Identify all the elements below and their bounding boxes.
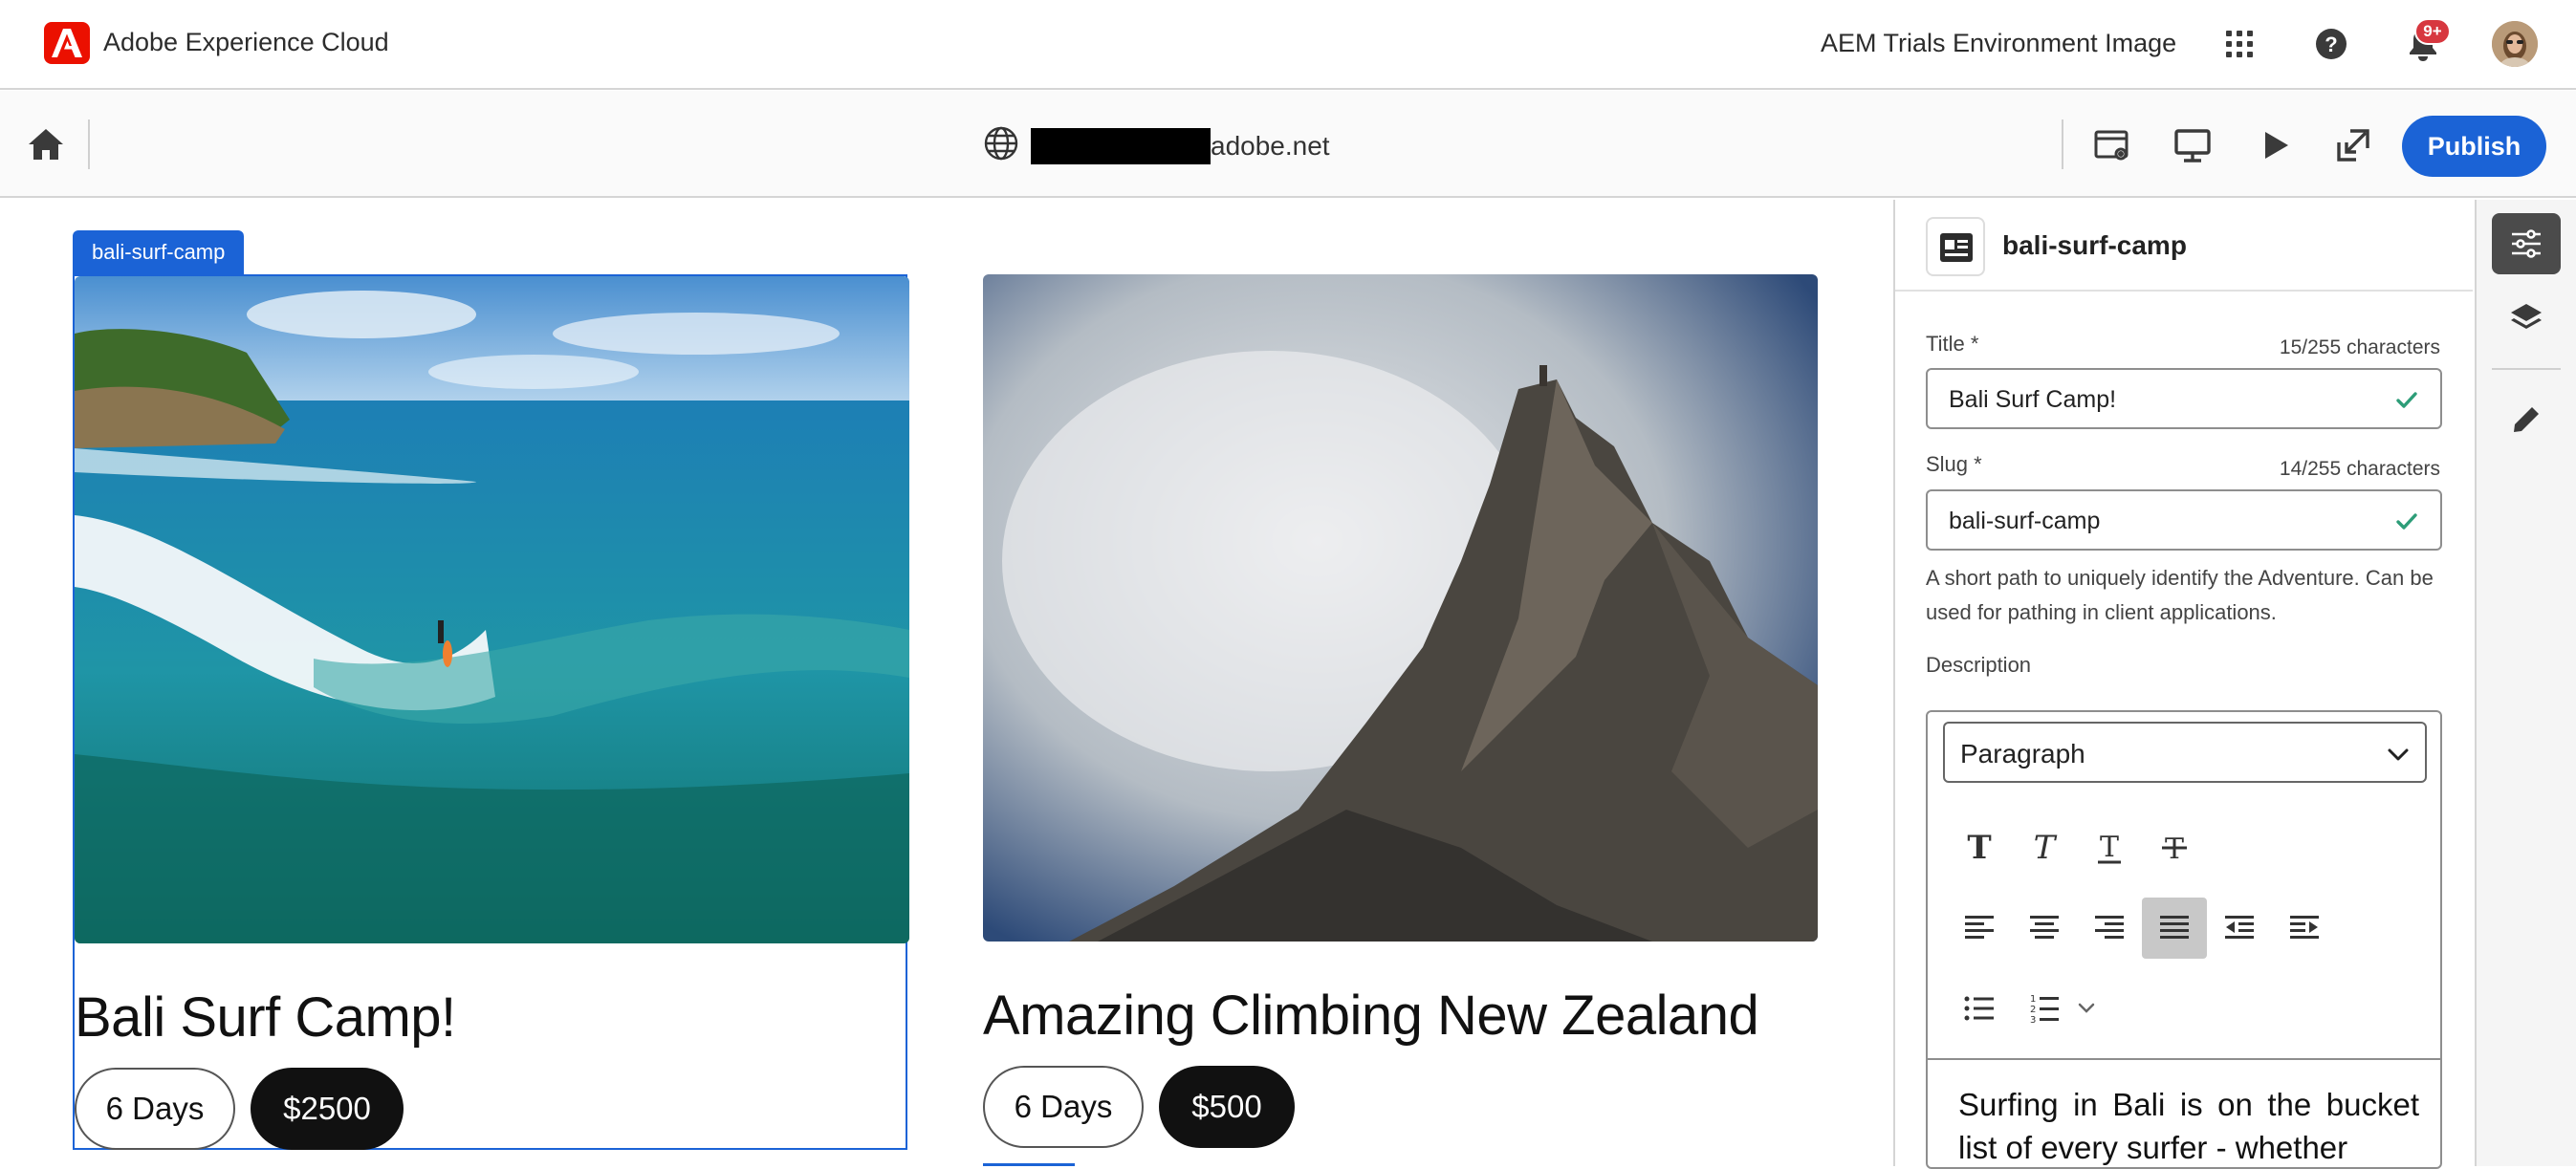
- slug-input[interactable]: bali-surf-camp: [1926, 489, 2442, 551]
- price-pill: $500: [1159, 1066, 1295, 1148]
- outdent-icon[interactable]: [2207, 898, 2272, 959]
- editor-divider: [1928, 1058, 2440, 1060]
- slug-char-count: 14/255 characters: [2279, 458, 2440, 480]
- duration-pill: 6 Days: [983, 1066, 1144, 1148]
- open-external-icon[interactable]: [2331, 123, 2375, 167]
- description-text[interactable]: Surfing in Bali is on the bucket list of…: [1958, 1083, 2419, 1167]
- component-name: bali-surf-camp: [2002, 230, 2187, 260]
- align-justify-icon[interactable]: [2142, 898, 2207, 959]
- align-center-icon[interactable]: [2012, 898, 2077, 959]
- indent-icon[interactable]: [2272, 898, 2337, 959]
- panel-header: bali-surf-camp: [1895, 200, 2473, 292]
- title-field-label: Title *: [1926, 332, 1979, 356]
- underline-icon[interactable]: T: [2077, 817, 2142, 878]
- climbing-photo: [983, 274, 1818, 942]
- svg-text:?: ?: [2325, 32, 2337, 56]
- play-preview-icon[interactable]: [2253, 123, 2297, 167]
- check-icon: [2394, 388, 2419, 418]
- bold-icon[interactable]: T: [1947, 817, 2012, 878]
- slug-input-value[interactable]: bali-surf-camp: [1949, 508, 2100, 535]
- layers-icon[interactable]: [2492, 288, 2561, 349]
- align-left-icon[interactable]: [1947, 898, 2012, 959]
- title-char-count: 15/255 characters: [2279, 336, 2440, 358]
- title-input[interactable]: Bali Surf Camp!: [1926, 368, 2442, 429]
- align-right-icon[interactable]: [2077, 898, 2142, 959]
- slug-field-label: Slug *: [1926, 452, 1982, 476]
- description-editor[interactable]: Paragraph T T T T 1 2 3 Surfing in Bali …: [1926, 710, 2442, 1169]
- duration-pill: 6 Days: [75, 1068, 235, 1150]
- user-avatar[interactable]: [2492, 21, 2538, 67]
- properties-panel: bali-surf-camp Title * 15/255 characters…: [1893, 200, 2473, 1169]
- strikethrough-icon[interactable]: T: [2142, 817, 2207, 878]
- svg-text:T: T: [1967, 831, 1991, 865]
- publish-button[interactable]: Publish: [2402, 116, 2546, 177]
- surf-photo: [75, 276, 909, 943]
- editor-toolbar: adobe.net Publish: [0, 91, 2576, 198]
- notification-badge: 9+: [2414, 18, 2451, 45]
- toolbar-divider: [2062, 119, 2063, 169]
- bullet-list-icon[interactable]: [1947, 978, 2012, 1039]
- brand-name[interactable]: Adobe Experience Cloud: [103, 28, 389, 57]
- numbered-list-icon[interactable]: 123: [2012, 978, 2077, 1039]
- url-redacted: [1031, 128, 1211, 164]
- svg-text:2: 2: [2030, 1005, 2036, 1015]
- title-input-value[interactable]: Bali Surf Camp!: [1949, 386, 2116, 414]
- toolbar-divider: [88, 119, 90, 169]
- paragraph-format-value[interactable]: Paragraph: [1960, 739, 2085, 769]
- properties-sliders-icon[interactable]: [2492, 213, 2561, 274]
- price-pill: $2500: [251, 1068, 404, 1150]
- svg-text:1: 1: [2030, 994, 2036, 1005]
- slug-help-text: A short path to uniquely identify the Ad…: [1926, 566, 2434, 624]
- url-domain[interactable]: adobe.net: [1211, 131, 1330, 162]
- check-icon: [2394, 509, 2419, 539]
- environment-name[interactable]: AEM Trials Environment Image: [1821, 29, 2176, 58]
- right-rail: [2475, 200, 2576, 1166]
- help-icon[interactable]: ?: [2308, 21, 2354, 67]
- description-label: Description: [1926, 653, 2032, 677]
- adventure-card-bali[interactable]: Bali Surf Camp! 6 Days $2500: [73, 274, 909, 1150]
- globe-icon: [983, 125, 1019, 162]
- svg-text:3: 3: [2030, 1015, 2036, 1025]
- paragraph-format-select[interactable]: Paragraph: [1943, 722, 2427, 783]
- content-fragment-icon: [1926, 217, 1985, 276]
- adobe-logo-icon[interactable]: [44, 22, 90, 64]
- adventure-card-new-zealand[interactable]: Amazing Climbing New Zealand 6 Days $500: [983, 274, 1818, 1150]
- global-header: Adobe Experience Cloud AEM Trials Enviro…: [0, 0, 2576, 90]
- desktop-preview-icon[interactable]: [2171, 123, 2215, 167]
- selected-component-label[interactable]: bali-surf-camp: [73, 230, 245, 274]
- home-icon[interactable]: [25, 125, 67, 163]
- card-title[interactable]: Amazing Climbing New Zealand: [983, 984, 1759, 1048]
- rail-divider: [2492, 368, 2561, 370]
- svg-text:T: T: [2100, 831, 2119, 864]
- svg-text:T: T: [2034, 831, 2058, 865]
- edit-pencil-icon[interactable]: [2492, 389, 2561, 450]
- italic-icon[interactable]: T: [2012, 817, 2077, 878]
- list-options-chevron-icon[interactable]: [2069, 978, 2104, 1039]
- page-properties-icon[interactable]: [2090, 123, 2134, 167]
- card-title[interactable]: Bali Surf Camp!: [75, 985, 456, 1050]
- apps-grid-icon[interactable]: [2216, 21, 2262, 67]
- chevron-down-icon: [2388, 748, 2409, 761]
